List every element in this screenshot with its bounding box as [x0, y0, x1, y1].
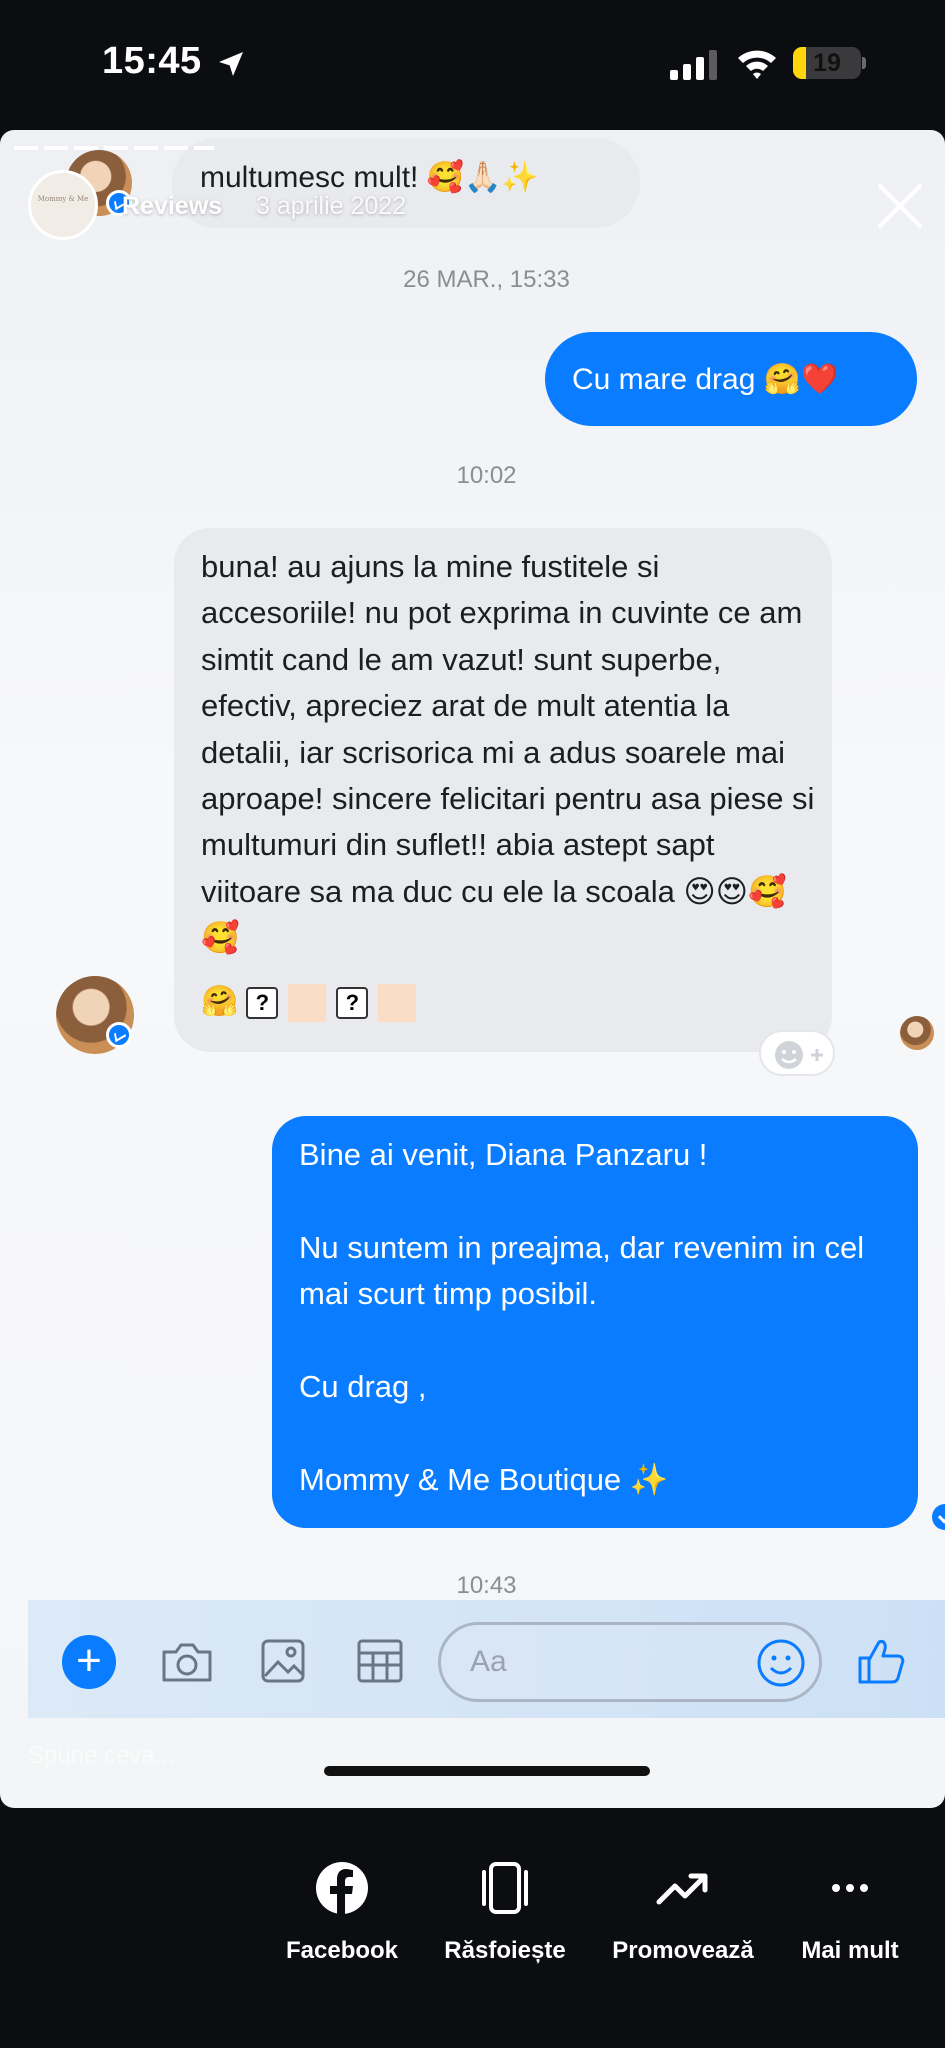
trending-up-icon — [656, 1873, 708, 1905]
emoji-icon — [757, 1639, 805, 1687]
home-indicator — [324, 1766, 650, 1776]
seen-avatar — [900, 1016, 934, 1050]
browse-button[interactable]: Răsfoiește — [415, 1858, 595, 1965]
more-icon — [832, 1884, 868, 1892]
battery-percent: 19 — [813, 49, 841, 77]
like-icon — [858, 1640, 905, 1684]
timestamp: 10:02 — [456, 462, 517, 489]
facebook-icon — [316, 1862, 368, 1914]
more-button[interactable]: Mai mult — [760, 1858, 940, 1965]
missing-glyph-icon: ? — [336, 987, 369, 1020]
bottom-action-bar: Facebook Răsfoiește Promovează Mai mult — [0, 1808, 945, 2048]
browse-label: Răsfoiește — [444, 1937, 566, 1964]
close-icon[interactable] — [872, 178, 928, 234]
image-icon — [261, 1639, 305, 1683]
incoming-message-text: buna! au ajuns la mine fustitele si acce… — [201, 549, 815, 956]
more-label: Mai mult — [801, 1937, 899, 1964]
emoji-row: 🤗?? — [201, 984, 426, 1023]
camera-icon — [162, 1643, 212, 1682]
outgoing-message-text: Cu mare drag 🤗❤️ — [572, 363, 839, 396]
browse-icon — [482, 1862, 528, 1914]
skin-tone-swatch-icon — [378, 984, 417, 1023]
skin-tone-swatch-icon — [288, 984, 327, 1023]
timestamp: 26 MAR., 15:33 — [403, 266, 570, 293]
outgoing-message-text: Bine ai venit, Diana Panzaru ! Nu suntem… — [299, 1137, 865, 1497]
wifi-icon — [738, 50, 776, 79]
calendar-grid-icon — [357, 1639, 403, 1683]
chat-screenshot: multumesc mult! 🥰🙏🏻✨ 26 MAR., 15:33 Cu m… — [28, 130, 945, 1680]
smiley-plus-icon — [775, 1041, 823, 1069]
add-reaction-button — [759, 1030, 835, 1076]
cellular-signal-icon — [670, 50, 717, 80]
clock: 15:45 — [102, 40, 202, 82]
highlight-title[interactable]: Reviews — [122, 192, 222, 221]
facebook-button[interactable]: Facebook — [252, 1858, 432, 1965]
missing-glyph-icon: ? — [246, 987, 279, 1020]
timestamp: 10:43 — [456, 1572, 517, 1599]
status-bar: 15:45 19 — [0, 0, 945, 130]
hugging-emoji: 🤗 — [201, 985, 239, 1018]
logo-text: Mommy & Me — [37, 195, 89, 203]
promote-label: Promovează — [612, 1937, 754, 1964]
promote-button[interactable]: Promovează — [593, 1858, 773, 1965]
reply-input[interactable]: Spune ceva... — [28, 1742, 175, 1770]
battery-indicator: 19 — [793, 47, 861, 79]
story-card[interactable]: multumesc mult! 🥰🙏🏻✨ 26 MAR., 15:33 Cu m… — [0, 130, 945, 1808]
message-input-placeholder: Aa — [470, 1645, 507, 1678]
story-date: 3 aprilie 2022 — [256, 192, 407, 220]
delivered-check-icon — [932, 1504, 945, 1530]
incoming-message-text: multumesc mult! 🥰🙏🏻✨ — [200, 161, 539, 194]
messenger-badge-icon — [106, 1022, 132, 1048]
facebook-label: Facebook — [285, 1937, 399, 1964]
location-arrow-icon — [219, 52, 243, 76]
plus-icon: + — [62, 1635, 116, 1689]
page-avatar[interactable]: Mommy & Me — [28, 170, 98, 240]
battery-nub — [862, 57, 866, 69]
story-progress-bar — [14, 146, 214, 150]
